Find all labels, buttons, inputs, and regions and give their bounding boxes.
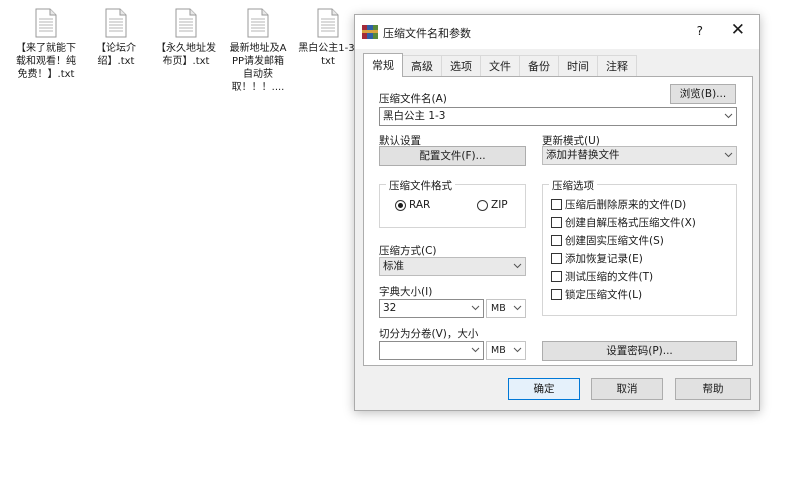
text-file-icon: [105, 8, 127, 38]
ok-button[interactable]: 确定: [508, 378, 580, 400]
rar-label: RAR: [409, 199, 431, 211]
archive-options-title: 压缩选项: [549, 178, 597, 193]
archive-format-title: 压缩文件格式: [386, 178, 455, 193]
browse-button[interactable]: 浏览(B)...: [670, 84, 736, 104]
general-panel: 压缩文件名(A) 浏览(B)... 黑白公主 1-3 默认设置 配置文件(F).…: [363, 76, 753, 366]
checkbox[interactable]: [551, 216, 562, 228]
chevron-down-icon: [513, 347, 522, 353]
profiles-button[interactable]: 配置文件(F)...: [379, 146, 526, 166]
archive-name-label: 压缩文件名(A): [379, 93, 447, 105]
archive-options-group: 压缩选项 压缩后删除原来的文件(D) 创建自解压格式压缩文件(X) 创建固实压缩…: [542, 178, 737, 316]
split-volumes-label: 切分为分卷(V)，大小: [379, 328, 479, 340]
checkbox[interactable]: [551, 198, 562, 210]
chevron-down-icon: [471, 347, 480, 353]
chevron-down-icon: [724, 152, 733, 158]
compression-method-value: 标准: [383, 260, 404, 272]
option-label: 锁定压缩文件(L): [565, 288, 643, 301]
chevron-down-icon: [513, 305, 522, 311]
archive-name-input[interactable]: 黑白公主 1-3: [379, 107, 737, 126]
archive-dialog: 压缩文件名和参数 ? ✕ 常规 高级 选项 文件 备份 时间 注释 压缩文件名(…: [354, 14, 760, 411]
zip-radio[interactable]: [477, 200, 488, 211]
checkbox[interactable]: [551, 270, 562, 282]
text-file-icon: [247, 8, 269, 38]
text-file-icon: [35, 8, 57, 38]
option-lock-archive[interactable]: 锁定压缩文件(L): [551, 287, 642, 301]
desktop-file[interactable]: 【永久地址发布页】.txt: [156, 8, 216, 68]
tab-bar: 常规 高级 选项 文件 备份 时间 注释: [363, 53, 637, 77]
dictionary-size-label: 字典大小(I): [379, 286, 433, 298]
compression-method-label: 压缩方式(C): [379, 245, 437, 257]
title-bar[interactable]: 压缩文件名和参数 ? ✕: [355, 15, 759, 49]
file-label: 黑白公主1-3.txt: [298, 43, 358, 67]
update-mode-value: 添加并替换文件: [546, 149, 620, 161]
help-button[interactable]: 帮助: [675, 378, 751, 400]
archive-format-group: 压缩文件格式 RAR ZIP: [379, 178, 526, 228]
text-file-icon: [175, 8, 197, 38]
dictionary-unit-value: MB: [491, 303, 506, 314]
option-solid[interactable]: 创建固实压缩文件(S): [551, 233, 664, 247]
option-label: 创建固实压缩文件(S): [565, 234, 664, 247]
option-sfx[interactable]: 创建自解压格式压缩文件(X): [551, 215, 696, 229]
desktop-file[interactable]: 最新地址及APP请发邮箱自动获取！！！....: [228, 8, 288, 94]
tab-advanced[interactable]: 高级: [403, 55, 442, 77]
tab-options[interactable]: 选项: [442, 55, 481, 77]
dialog-title: 压缩文件名和参数: [383, 27, 471, 40]
option-label: 测试压缩的文件(T): [565, 270, 654, 283]
update-mode-select[interactable]: 添加并替换文件: [542, 146, 737, 165]
archive-name-value: 黑白公主 1-3: [383, 110, 446, 122]
close-icon[interactable]: ✕: [731, 20, 745, 40]
rar-radio[interactable]: [395, 200, 406, 211]
set-password-button[interactable]: 设置密码(P)...: [542, 341, 737, 361]
option-label: 添加恢复记录(E): [565, 252, 643, 265]
compression-method-select[interactable]: 标准: [379, 257, 526, 276]
file-label: 【来了就能下载和观看！纯免费！】.txt: [16, 43, 76, 80]
help-icon[interactable]: ?: [697, 24, 703, 38]
checkbox[interactable]: [551, 234, 562, 246]
option-label: 压缩后删除原来的文件(D): [565, 198, 687, 211]
text-file-icon: [317, 8, 339, 38]
option-test-archive[interactable]: 测试压缩的文件(T): [551, 269, 653, 283]
tab-comment[interactable]: 注释: [598, 55, 637, 77]
tab-general[interactable]: 常规: [363, 53, 403, 77]
winrar-icon: [362, 25, 378, 39]
zip-label: ZIP: [491, 199, 508, 211]
dictionary-unit-select[interactable]: MB: [486, 299, 526, 318]
chevron-down-icon: [471, 305, 480, 311]
split-unit-select[interactable]: MB: [486, 341, 526, 360]
file-label: 【论坛介绍】.txt: [96, 43, 136, 67]
cancel-button[interactable]: 取消: [591, 378, 663, 400]
option-label: 创建自解压格式压缩文件(X): [565, 216, 696, 229]
desktop-file[interactable]: 【来了就能下载和观看！纯免费！】.txt: [16, 8, 76, 81]
desktop-file[interactable]: 黑白公主1-3.txt: [298, 8, 358, 68]
dictionary-size-select[interactable]: 32: [379, 299, 484, 318]
chevron-down-icon: [724, 113, 733, 119]
tab-files[interactable]: 文件: [481, 55, 520, 77]
file-label: 最新地址及APP请发邮箱自动获取！！！....: [229, 43, 287, 93]
tab-time[interactable]: 时间: [559, 55, 598, 77]
checkbox[interactable]: [551, 288, 562, 300]
dictionary-size-value: 32: [383, 302, 397, 314]
split-volumes-input[interactable]: [379, 341, 484, 360]
option-recovery-record[interactable]: 添加恢复记录(E): [551, 251, 643, 265]
checkbox[interactable]: [551, 252, 562, 264]
desktop-file[interactable]: 【论坛介绍】.txt: [86, 8, 146, 68]
split-unit-value: MB: [491, 345, 506, 356]
tab-backup[interactable]: 备份: [520, 55, 559, 77]
option-delete-after[interactable]: 压缩后删除原来的文件(D): [551, 197, 686, 211]
file-label: 【永久地址发布页】.txt: [156, 43, 216, 67]
chevron-down-icon: [513, 263, 522, 269]
